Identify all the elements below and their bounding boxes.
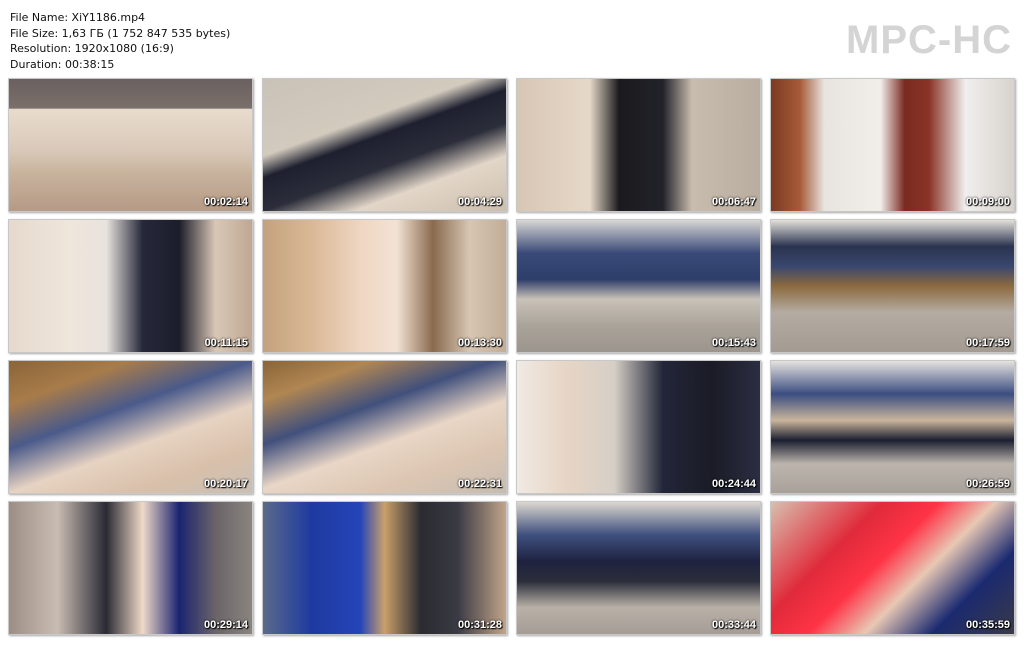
thumbnail-timestamp: 00:02:14 <box>203 196 248 208</box>
thumbnail-image <box>263 361 506 493</box>
thumbnail-grid: 00:02:14 00:04:29 00:06:47 00:09:00 00:1… <box>8 78 1016 635</box>
thumbnail[interactable]: 00:33:44 <box>516 501 761 635</box>
thumbnail-timestamp: 00:26:59 <box>965 478 1010 490</box>
thumbnail-timestamp: 00:06:47 <box>711 196 756 208</box>
thumbnail[interactable]: 00:29:14 <box>8 501 253 635</box>
thumbnail-timestamp: 00:11:15 <box>204 337 248 349</box>
file-size: File Size: 1,63 ГБ (1 752 847 535 bytes) <box>10 26 231 40</box>
thumbnail-image <box>771 79 1014 211</box>
thumbnail[interactable]: 00:22:31 <box>262 360 507 494</box>
thumbnail[interactable]: 00:20:17 <box>8 360 253 494</box>
thumbnail[interactable]: 00:17:59 <box>770 219 1015 353</box>
thumbnail-image <box>263 79 506 211</box>
thumbnail-image <box>9 502 252 634</box>
thumbnail-image <box>9 220 252 352</box>
thumbnail-image <box>771 502 1014 634</box>
thumbnail-timestamp: 00:04:29 <box>457 196 502 208</box>
thumbnail[interactable]: 00:26:59 <box>770 360 1015 494</box>
thumbnail[interactable]: 00:11:15 <box>8 219 253 353</box>
thumbnail-timestamp: 00:20:17 <box>203 478 248 490</box>
file-name: File Name: XiY1186.mp4 <box>10 11 146 24</box>
thumbnail[interactable]: 00:13:30 <box>262 219 507 353</box>
thumbnail-image <box>517 79 760 211</box>
thumbnail[interactable]: 00:02:14 <box>8 78 253 212</box>
thumbnail-timestamp: 00:15:43 <box>711 337 756 349</box>
thumbnail-timestamp: 00:35:59 <box>965 619 1010 631</box>
thumbnail-timestamp: 00:31:28 <box>457 619 502 631</box>
thumbnail[interactable]: 00:31:28 <box>262 501 507 635</box>
thumbnail-image <box>771 361 1014 493</box>
thumbnail-timestamp: 00:33:44 <box>711 619 756 631</box>
thumbnail[interactable]: 00:35:59 <box>770 501 1015 635</box>
thumbnail-image <box>263 502 506 634</box>
thumbnail-timestamp: 00:17:59 <box>965 337 1010 349</box>
thumbnail-timestamp: 00:13:30 <box>457 337 502 349</box>
thumbnail-image <box>517 220 760 352</box>
thumbnail[interactable]: 00:15:43 <box>516 219 761 353</box>
duration: Duration: 00:38:15 <box>10 57 115 71</box>
thumbnail-timestamp: 00:22:31 <box>457 478 502 490</box>
thumbnail-timestamp: 00:24:44 <box>711 478 756 490</box>
thumbnail[interactable]: 00:06:47 <box>516 78 761 212</box>
resolution: Resolution: 1920x1080 (16:9) <box>10 42 174 55</box>
thumbnail-image <box>517 361 760 493</box>
brand-logo: MPC-HC <box>846 18 1012 62</box>
thumbnail-image <box>517 502 760 634</box>
thumbnail-image <box>263 220 506 352</box>
file-info-panel: File Name: XiY1186.mp4 File Size: 1,63 Г… <box>10 10 230 72</box>
thumbnail[interactable]: 00:04:29 <box>262 78 507 212</box>
thumbnail-image <box>771 220 1014 352</box>
thumbnail-timestamp: 00:09:00 <box>965 196 1010 208</box>
thumbnail[interactable]: 00:24:44 <box>516 360 761 494</box>
thumbnail-image <box>9 79 252 211</box>
thumbnail[interactable]: 00:09:00 <box>770 78 1015 212</box>
thumbnail-image <box>9 361 252 493</box>
thumbnail-timestamp: 00:29:14 <box>203 619 248 631</box>
